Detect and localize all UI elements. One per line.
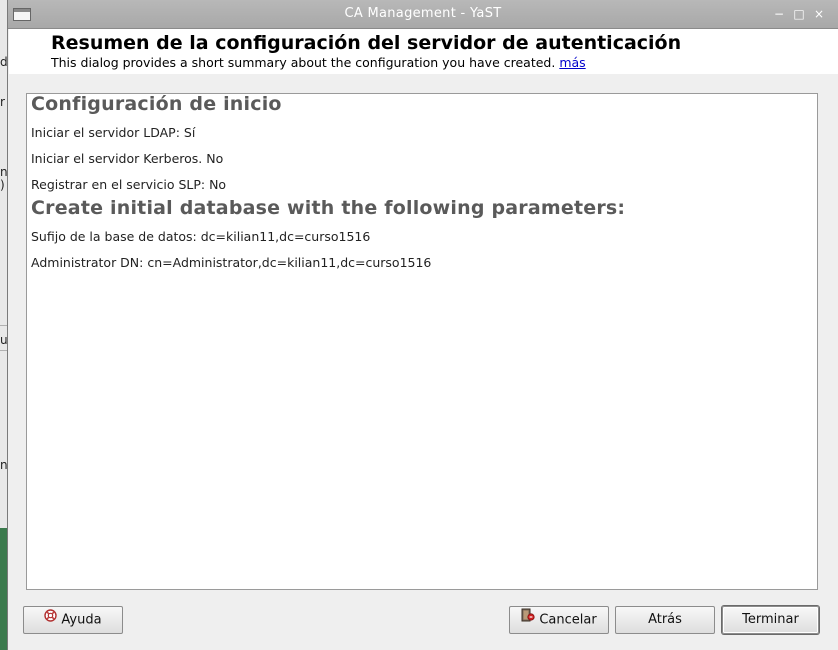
help-button[interactable]: Ayuda bbox=[23, 606, 123, 634]
title-bar[interactable]: CA Management - YaST − □ × bbox=[8, 0, 838, 29]
close-icon[interactable]: × bbox=[812, 7, 826, 21]
summary-line-suffix: Sufijo de la base de datos: dc=kilian11,… bbox=[31, 229, 371, 244]
section-heading-database: Create initial database with the followi… bbox=[31, 197, 626, 219]
finish-button-label: Terminar bbox=[742, 612, 799, 627]
summary-line-ldap: Iniciar el servidor LDAP: Sí bbox=[31, 125, 196, 140]
finish-button[interactable]: Terminar bbox=[722, 606, 819, 634]
description-text: This dialog provides a short summary abo… bbox=[51, 55, 556, 70]
summary-pane[interactable]: Configuración de inicio Iniciar el servi… bbox=[26, 93, 818, 590]
section-heading-startup: Configuración de inicio bbox=[31, 93, 282, 115]
cancel-button[interactable]: Cancelar bbox=[509, 606, 609, 634]
window-title: CA Management - YaST bbox=[344, 6, 502, 21]
yast-dialog-window: CA Management - YaST − □ × Resumen de la… bbox=[7, 0, 838, 650]
summary-line-admin-dn: Administrator DN: cn=Administrator,dc=ki… bbox=[31, 255, 432, 270]
summary-line-kerberos: Iniciar el servidor Kerberos. No bbox=[31, 151, 224, 166]
help-lifebuoy-icon bbox=[44, 606, 58, 632]
back-button[interactable]: Atrás bbox=[615, 606, 715, 634]
back-button-label: Atrás bbox=[648, 612, 682, 627]
page-title: Resumen de la configuración del servidor… bbox=[51, 32, 682, 54]
maximize-icon[interactable]: □ bbox=[792, 7, 806, 21]
cancel-exit-icon bbox=[521, 606, 535, 632]
help-button-label: Ayuda bbox=[61, 612, 102, 628]
background-text-fragment: ) bbox=[0, 178, 5, 192]
cancel-button-label: Cancelar bbox=[539, 612, 597, 628]
dialog-description: This dialog provides a short summary abo… bbox=[51, 55, 586, 70]
dialog-header: Resumen de la configuración del servidor… bbox=[9, 29, 838, 74]
summary-line-slp: Registrar en el servicio SLP: No bbox=[31, 177, 227, 192]
background-text-fragment: r bbox=[0, 95, 5, 109]
more-link[interactable]: más bbox=[559, 55, 585, 70]
minimize-icon[interactable]: − bbox=[772, 7, 786, 21]
